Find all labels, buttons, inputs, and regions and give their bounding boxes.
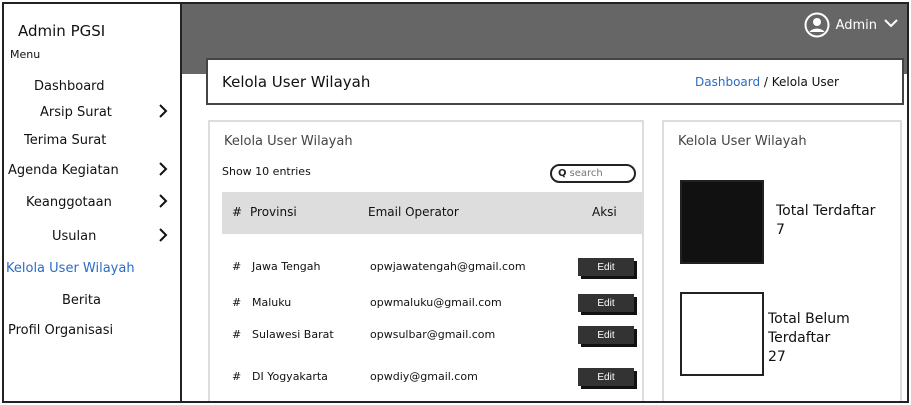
registered-stat-value: 7 <box>776 222 785 238</box>
chevron-right-icon <box>159 228 168 242</box>
sidebar-item-terima-surat[interactable]: Terima Surat <box>4 128 180 152</box>
chevron-down-icon <box>883 17 899 33</box>
table-row: # Sulawesi Barat opwsulbar@gmail.com Edi… <box>222 320 642 350</box>
row-provinsi: Jawa Tengah <box>252 260 321 273</box>
search-icon: Q <box>558 168 567 179</box>
sidebar-item-profil-organisasi[interactable]: Profil Organisasi <box>4 318 180 342</box>
row-provinsi: DI Yogyakarta <box>252 370 328 383</box>
search-box[interactable]: Q <box>550 164 636 183</box>
unregistered-stat-value: 27 <box>768 349 786 365</box>
sidebar-item-label: Agenda Kegiatan <box>8 162 119 178</box>
sidebar-item-label: Dashboard <box>34 78 105 94</box>
column-header-provinsi: Provinsi <box>250 205 297 219</box>
app-brand: Admin PGSI <box>18 22 106 40</box>
sidebar-item-agenda-kegiatan[interactable]: Agenda Kegiatan <box>4 158 180 182</box>
column-header-aksi: Aksi <box>592 205 617 219</box>
sidebar-item-label: Kelola User Wilayah <box>6 260 135 276</box>
row-number: # <box>232 328 242 341</box>
edit-button[interactable]: Edit <box>578 368 634 386</box>
sidebar-item-usulan[interactable]: Usulan <box>4 224 180 248</box>
sidebar-item-dashboard[interactable]: Dashboard <box>4 74 180 98</box>
chevron-right-icon <box>159 162 168 176</box>
registered-stat-image <box>680 180 764 264</box>
page-title: Kelola User Wilayah <box>222 73 371 91</box>
edit-button[interactable]: Edit <box>578 258 634 276</box>
edit-button[interactable]: Edit <box>578 326 634 344</box>
user-circle-icon <box>804 12 830 38</box>
row-email: opwjawatengah@gmail.com <box>370 260 526 273</box>
row-email: opwmaluku@gmail.com <box>370 296 502 309</box>
panel-title: Kelola User Wilayah <box>224 134 353 149</box>
row-number: # <box>232 370 242 383</box>
sidebar-item-berita[interactable]: Berita <box>4 288 180 312</box>
sidebar-item-kelola-user-wilayah[interactable]: Kelola User Wilayah <box>4 256 180 280</box>
row-email: opwsulbar@gmail.com <box>370 328 496 341</box>
sidebar-item-label: Profil Organisasi <box>8 322 114 338</box>
search-input[interactable] <box>569 168 628 179</box>
row-email: opwdiy@gmail.com <box>370 370 478 383</box>
chevron-right-icon <box>159 104 168 118</box>
unregistered-stat-label: Total Belum Terdaftar 27 <box>768 311 850 365</box>
page-header: Kelola User Wilayah Dashboard / Kelola U… <box>206 58 904 105</box>
row-provinsi: Maluku <box>252 296 292 309</box>
table-row: # Maluku opwmaluku@gmail.com Edit <box>222 288 642 318</box>
menu-label: Menu <box>10 48 41 61</box>
panel-title: Kelola User Wilayah <box>678 134 807 149</box>
registered-stat-label: Total Terdaftar 7 <box>776 203 876 238</box>
sidebar-item-label: Arsip Surat <box>40 104 112 120</box>
table-row: # DI Yogyakarta opwdiy@gmail.com Edit <box>222 362 642 392</box>
user-menu[interactable]: Admin <box>804 12 899 38</box>
user-table-panel: Kelola User Wilayah Show 10 entries Q # … <box>208 120 644 401</box>
breadcrumb: Dashboard / Kelola User <box>695 75 839 89</box>
column-header-number: # <box>232 205 243 219</box>
user-name: Admin <box>835 17 877 33</box>
row-number: # <box>232 296 242 309</box>
edit-button[interactable]: Edit <box>578 294 634 312</box>
entries-selector[interactable]: Show 10 entries <box>222 165 311 178</box>
chevron-right-icon <box>159 194 168 208</box>
sidebar-item-arsip-surat[interactable]: Arsip Surat <box>4 100 180 124</box>
breadcrumb-separator: / <box>760 75 772 89</box>
sidebar-item-keanggotaan[interactable]: Keanggotaan <box>4 190 180 214</box>
sidebar: Admin PGSI Menu Dashboard Arsip Surat Te… <box>4 4 182 401</box>
table-row: # Jawa Tengah opwjawatengah@gmail.com Ed… <box>222 252 642 282</box>
row-number: # <box>232 260 242 273</box>
sidebar-item-label: Keanggotaan <box>26 194 112 210</box>
table-header: # Provinsi Email Operator Aksi <box>222 192 642 234</box>
row-provinsi: Sulawesi Barat <box>252 328 334 341</box>
breadcrumb-current: Kelola User <box>771 75 839 89</box>
app-window: Admin PGSI Menu Dashboard Arsip Surat Te… <box>2 2 909 403</box>
sidebar-item-label: Berita <box>62 292 101 308</box>
sidebar-item-label: Terima Surat <box>24 132 107 148</box>
column-header-email: Email Operator <box>368 205 459 219</box>
summary-panel: Kelola User Wilayah Total Terdaftar 7 To… <box>662 120 902 401</box>
breadcrumb-link-dashboard[interactable]: Dashboard <box>695 75 760 89</box>
unregistered-stat-image <box>680 292 764 376</box>
sidebar-item-label: Usulan <box>52 228 97 244</box>
